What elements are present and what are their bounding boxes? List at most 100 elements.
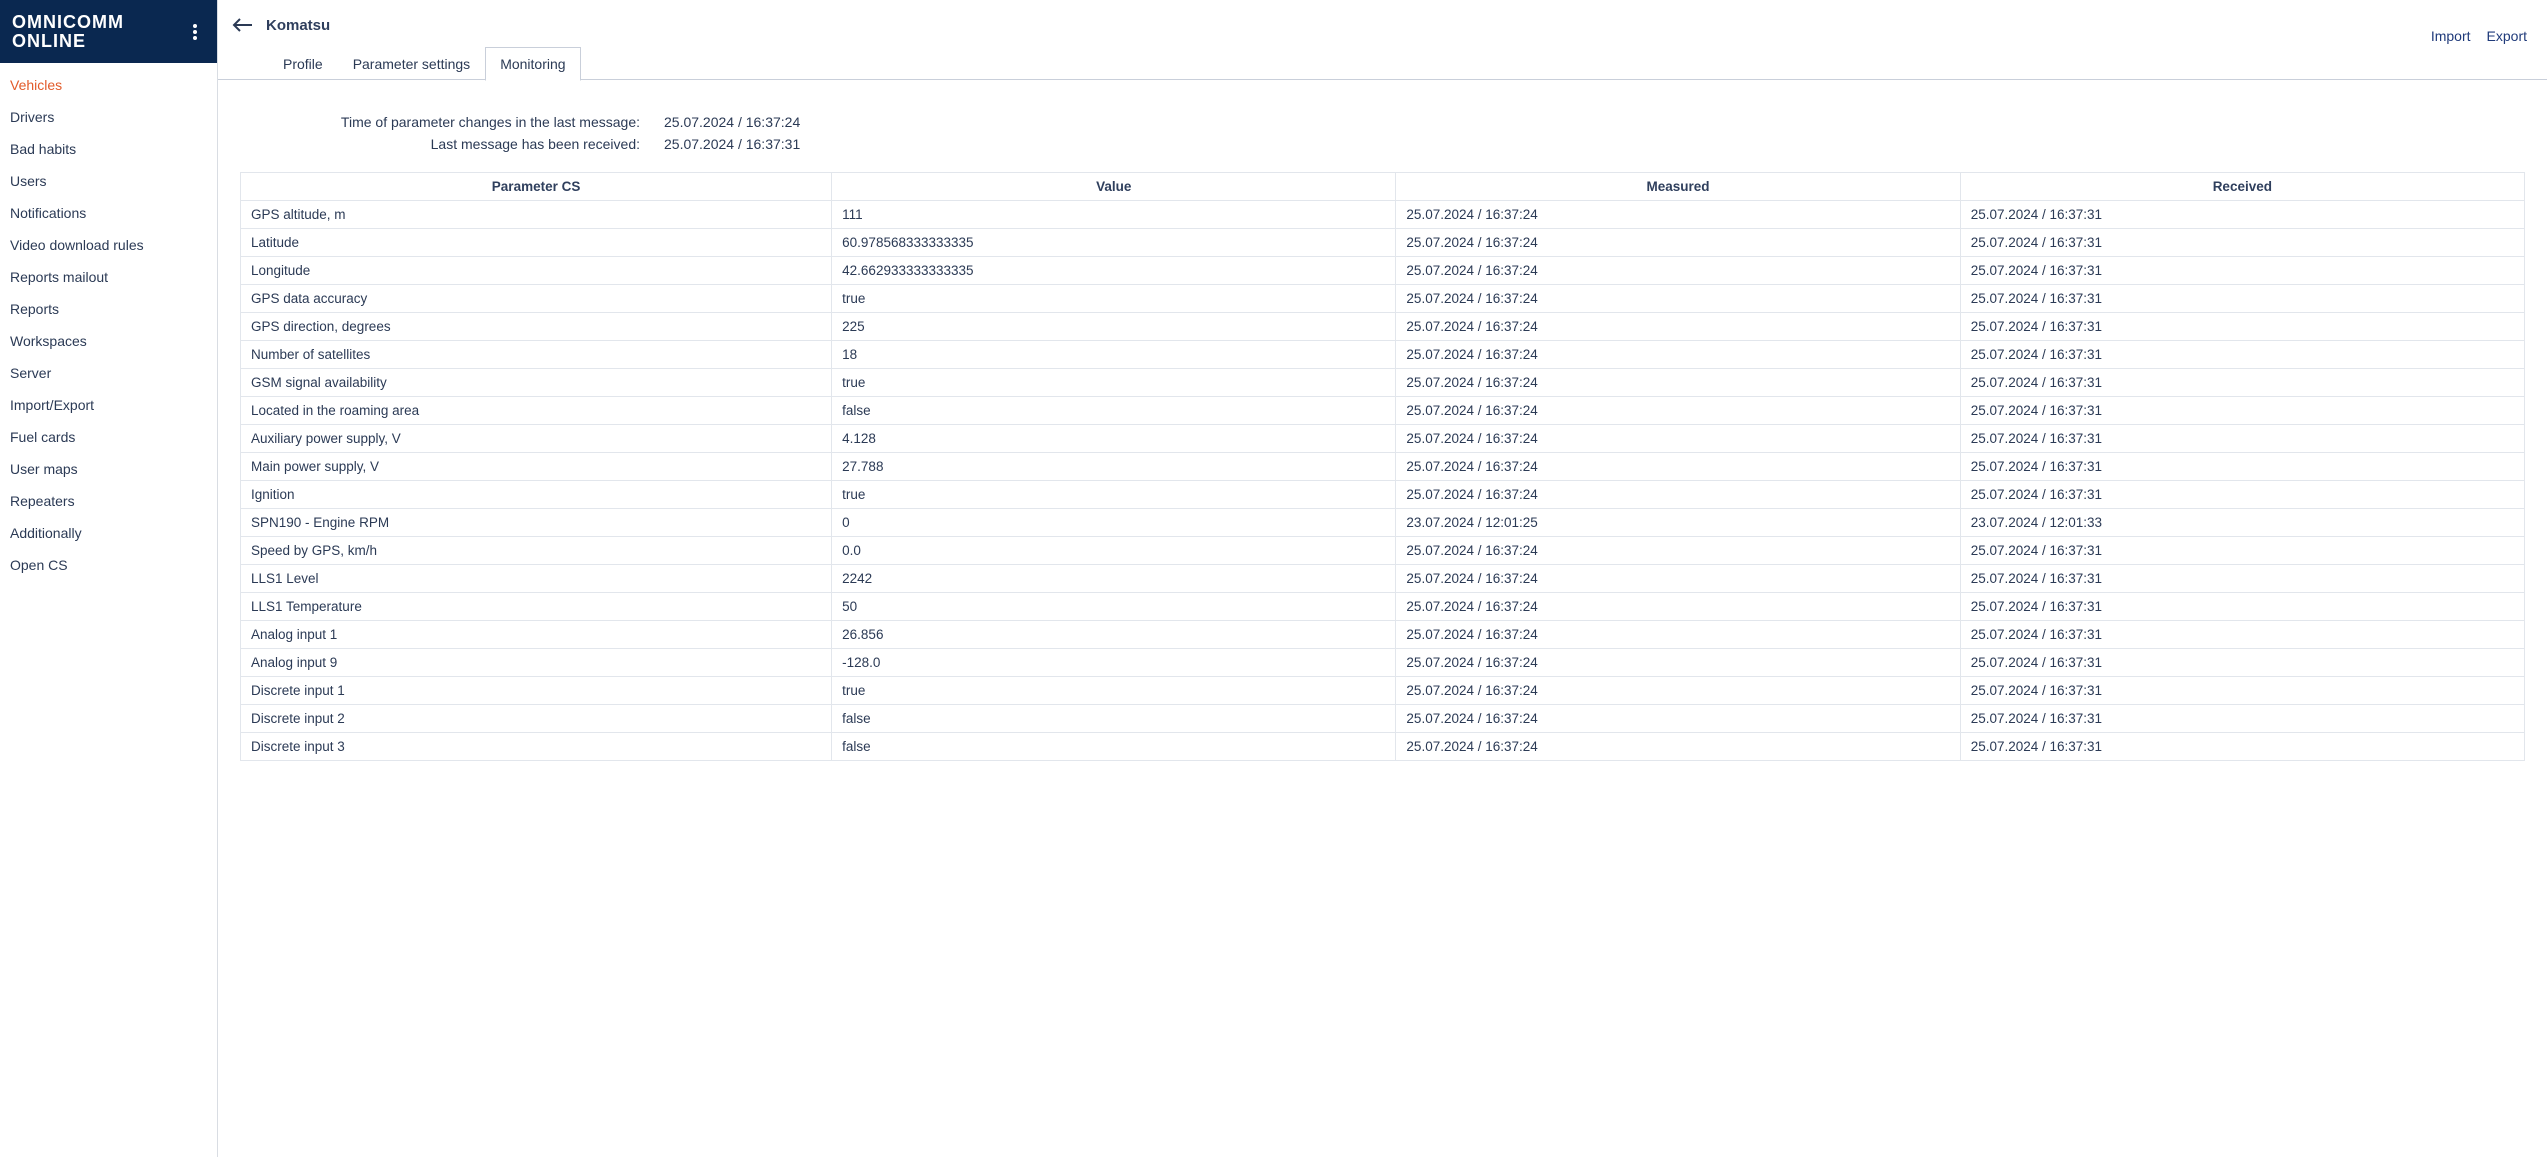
meta-label: Time of parameter changes in the last me…	[240, 114, 640, 130]
sidebar-item-fuel-cards[interactable]: Fuel cards	[0, 421, 217, 453]
cell-param: Located in the roaming area	[241, 397, 832, 425]
cell-received: 23.07.2024 / 12:01:33	[1960, 509, 2524, 537]
cell-measured: 25.07.2024 / 16:37:24	[1396, 369, 1960, 397]
back-button[interactable]	[232, 14, 254, 36]
tabs: ProfileParameter settingsMonitoring	[232, 46, 581, 80]
brand-menu-button[interactable]	[183, 0, 207, 63]
cell-measured: 25.07.2024 / 16:37:24	[1396, 201, 1960, 229]
cell-received: 25.07.2024 / 16:37:31	[1960, 537, 2524, 565]
table-row: LLS1 Temperature5025.07.2024 / 16:37:242…	[241, 593, 2525, 621]
cell-param: Longitude	[241, 257, 832, 285]
cell-received: 25.07.2024 / 16:37:31	[1960, 341, 2524, 369]
cell-param: GSM signal availability	[241, 369, 832, 397]
brand-header: OMNICOMM ONLINE	[0, 0, 217, 63]
sidebar-nav: VehiclesDriversBad habitsUsersNotificati…	[0, 63, 217, 591]
page-title: Komatsu	[266, 17, 330, 34]
title-row: Komatsu	[232, 14, 581, 36]
cell-param: Auxiliary power supply, V	[241, 425, 832, 453]
sidebar-item-additionally[interactable]: Additionally	[0, 517, 217, 549]
cell-received: 25.07.2024 / 16:37:31	[1960, 313, 2524, 341]
cell-measured: 25.07.2024 / 16:37:24	[1396, 733, 1960, 761]
meta-row-last-msg: Last message has been received: 25.07.20…	[240, 136, 2525, 152]
sidebar-item-user-maps[interactable]: User maps	[0, 453, 217, 485]
cell-received: 25.07.2024 / 16:37:31	[1960, 229, 2524, 257]
table-row: GPS data accuracytrue25.07.2024 / 16:37:…	[241, 285, 2525, 313]
meta-value: 25.07.2024 / 16:37:24	[656, 114, 2525, 130]
cell-value: false	[832, 397, 1396, 425]
th-received[interactable]: Received	[1960, 173, 2524, 201]
sidebar-item-server[interactable]: Server	[0, 357, 217, 389]
sidebar-item-video-download-rules[interactable]: Video download rules	[0, 229, 217, 261]
parameters-table: Parameter CS Value Measured Received GPS…	[240, 172, 2525, 761]
cell-measured: 25.07.2024 / 16:37:24	[1396, 257, 1960, 285]
content: Time of parameter changes in the last me…	[218, 80, 2547, 791]
th-measured[interactable]: Measured	[1396, 173, 1960, 201]
sidebar-item-users[interactable]: Users	[0, 165, 217, 197]
import-link[interactable]: Import	[2431, 28, 2471, 44]
arrow-left-icon	[232, 18, 254, 32]
cell-received: 25.07.2024 / 16:37:31	[1960, 425, 2524, 453]
table-row: Analog input 9-128.025.07.2024 / 16:37:2…	[241, 649, 2525, 677]
cell-received: 25.07.2024 / 16:37:31	[1960, 621, 2524, 649]
table-row: GSM signal availabilitytrue25.07.2024 / …	[241, 369, 2525, 397]
table-row: Located in the roaming areafalse25.07.20…	[241, 397, 2525, 425]
cell-param: SPN190 - Engine RPM	[241, 509, 832, 537]
export-link[interactable]: Export	[2487, 28, 2527, 44]
cell-value: true	[832, 369, 1396, 397]
cell-value: 50	[832, 593, 1396, 621]
cell-measured: 25.07.2024 / 16:37:24	[1396, 341, 1960, 369]
sidebar-item-import-export[interactable]: Import/Export	[0, 389, 217, 421]
cell-value: 27.788	[832, 453, 1396, 481]
cell-measured: 25.07.2024 / 16:37:24	[1396, 313, 1960, 341]
cell-param: Number of satellites	[241, 341, 832, 369]
cell-received: 25.07.2024 / 16:37:31	[1960, 257, 2524, 285]
table-row: Discrete input 2false25.07.2024 / 16:37:…	[241, 705, 2525, 733]
table-row: Speed by GPS, km/h0.0 25.07.2024 / 16:37:…	[241, 537, 2525, 565]
meta-value: 25.07.2024 / 16:37:31	[656, 136, 2525, 152]
th-value[interactable]: Value	[832, 173, 1396, 201]
cell-param: Discrete input 1	[241, 677, 832, 705]
table-row: Auxiliary power supply, V4.12825.07.2024…	[241, 425, 2525, 453]
cell-value: 0.0	[832, 537, 1396, 565]
cell-param: GPS direction, degrees	[241, 313, 832, 341]
sidebar-item-vehicles[interactable]: Vehicles	[0, 69, 217, 101]
cell-param: Discrete input 2	[241, 705, 832, 733]
meta-label: Last message has been received:	[240, 136, 640, 152]
tab-profile[interactable]: Profile	[268, 47, 338, 81]
cell-value: -128.0	[832, 649, 1396, 677]
cell-value: 225	[832, 313, 1396, 341]
topbar-left: Komatsu ProfileParameter settingsMonitor…	[232, 14, 581, 80]
brand-line2: ONLINE	[12, 32, 124, 51]
table-row: Main power supply, V27.78825.07.2024 / 1…	[241, 453, 2525, 481]
table-row: Number of satellites1825.07.2024 / 16:37…	[241, 341, 2525, 369]
sidebar-item-bad-habits[interactable]: Bad habits	[0, 133, 217, 165]
cell-measured: 25.07.2024 / 16:37:24	[1396, 397, 1960, 425]
th-param[interactable]: Parameter CS	[241, 173, 832, 201]
sidebar-item-open-cs[interactable]: Open CS	[0, 549, 217, 581]
cell-param: GPS data accuracy	[241, 285, 832, 313]
table-header-row: Parameter CS Value Measured Received	[241, 173, 2525, 201]
cell-received: 25.07.2024 / 16:37:31	[1960, 201, 2524, 229]
sidebar-item-drivers[interactable]: Drivers	[0, 101, 217, 133]
tab-parameter-settings[interactable]: Parameter settings	[338, 47, 486, 81]
cell-measured: 25.07.2024 / 16:37:24	[1396, 705, 1960, 733]
sidebar-item-reports[interactable]: Reports	[0, 293, 217, 325]
cell-value: 0	[832, 509, 1396, 537]
tab-monitoring[interactable]: Monitoring	[485, 47, 580, 81]
sidebar-item-reports-mailout[interactable]: Reports mailout	[0, 261, 217, 293]
cell-param: Speed by GPS, km/h	[241, 537, 832, 565]
main: Komatsu ProfileParameter settingsMonitor…	[218, 0, 2547, 1157]
cell-param: Analog input 1	[241, 621, 832, 649]
sidebar-item-notifications[interactable]: Notifications	[0, 197, 217, 229]
cell-value: false	[832, 705, 1396, 733]
sidebar-item-workspaces[interactable]: Workspaces	[0, 325, 217, 357]
cell-measured: 25.07.2024 / 16:37:24	[1396, 229, 1960, 257]
cell-received: 25.07.2024 / 16:37:31	[1960, 565, 2524, 593]
cell-received: 25.07.2024 / 16:37:31	[1960, 705, 2524, 733]
cell-received: 25.07.2024 / 16:37:31	[1960, 481, 2524, 509]
cell-value: 26.856	[832, 621, 1396, 649]
sidebar-item-repeaters[interactable]: Repeaters	[0, 485, 217, 517]
cell-measured: 25.07.2024 / 16:37:24	[1396, 621, 1960, 649]
cell-value: 42.662933333333335	[832, 257, 1396, 285]
brand-logo-text: OMNICOMM ONLINE	[12, 13, 124, 51]
